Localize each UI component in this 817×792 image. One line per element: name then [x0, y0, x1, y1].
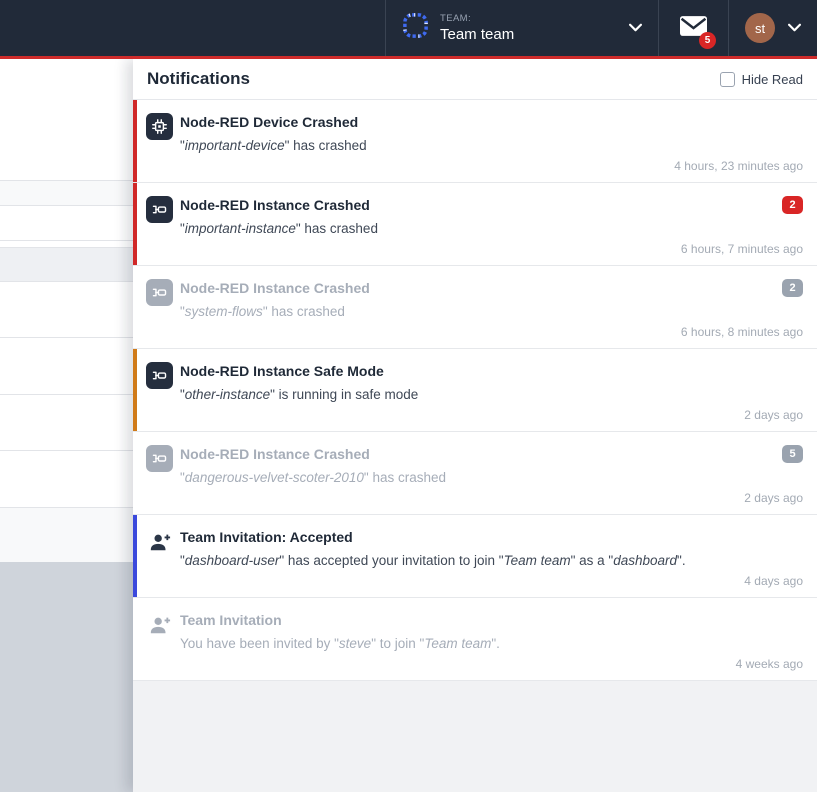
body-text: You have been invited by ": [180, 636, 339, 651]
notification-body: You have been invited by "steve" to join…: [180, 635, 803, 653]
hide-read-toggle[interactable]: Hide Read: [720, 72, 803, 87]
background-row-divider: [0, 337, 133, 338]
app-window: TEAM: Team team 5 st: [0, 0, 817, 792]
quoted-entity-name: dashboard: [613, 553, 677, 568]
notification-title: Node-RED Instance Crashed: [180, 197, 803, 213]
notification-title: Team Invitation: Accepted: [180, 529, 803, 545]
background-row-divider: [0, 394, 133, 395]
body-text: " to join ": [371, 636, 424, 651]
quoted-entity-name: Team team: [424, 636, 491, 651]
hide-read-checkbox[interactable]: [720, 72, 735, 87]
body-text: " as a ": [571, 553, 614, 568]
unread-accent-bar: [133, 183, 137, 265]
notification-body: "other-instance" is running in safe mode: [180, 386, 803, 404]
notifications-list: Node-RED Device Crashed "important-devic…: [133, 100, 817, 681]
notification-body: "system-flows" has crashed: [180, 303, 803, 321]
notification-timestamp: 2 days ago: [744, 491, 803, 505]
notification-item[interactable]: Node-RED Instance Crashed "system-flows"…: [133, 266, 817, 349]
background-page-row: [0, 248, 133, 281]
notification-title: Node-RED Instance Crashed: [180, 446, 803, 462]
body-text: ".: [677, 553, 686, 568]
notification-title: Team Invitation: [180, 612, 803, 628]
team-selector-text: TEAM: Team team: [440, 13, 514, 43]
user-add-icon: [146, 528, 173, 555]
background-row-divider: [0, 240, 133, 241]
instance-icon: [146, 445, 173, 472]
notification-badge: 2: [782, 279, 803, 297]
unread-accent-bar: [133, 349, 137, 431]
notification-body: "dangerous-velvet-scoter-2010" has crash…: [180, 469, 803, 487]
quoted-entity-name: dangerous-velvet-scoter-2010: [185, 470, 364, 485]
body-text: " has crashed: [296, 221, 378, 236]
notification-timestamp: 4 hours, 23 minutes ago: [674, 159, 803, 173]
background-page: [0, 59, 133, 792]
background-page-row: [0, 508, 133, 562]
quoted-entity-name: Team team: [504, 553, 571, 568]
notification-item[interactable]: Node-RED Device Crashed "important-devic…: [133, 100, 817, 183]
body-text: " is running in safe mode: [270, 387, 418, 402]
notification-title: Node-RED Instance Safe Mode: [180, 363, 803, 379]
unread-accent-bar: [133, 100, 137, 182]
background-row-divider: [0, 205, 133, 206]
notification-timestamp: 4 days ago: [744, 574, 803, 588]
user-menu[interactable]: st: [728, 0, 817, 56]
user-add-icon: [146, 611, 173, 638]
notifications-panel: Notifications Hide Read Node-RED Device …: [133, 59, 817, 792]
team-selector[interactable]: TEAM: Team team: [385, 0, 658, 56]
body-text: " has crashed: [285, 138, 367, 153]
page-title: Notifications: [147, 69, 250, 89]
team-icon: [402, 12, 429, 44]
quoted-entity-name: important-instance: [185, 221, 296, 236]
notification-title: Node-RED Device Crashed: [180, 114, 803, 130]
notifications-panel-header: Notifications Hide Read: [133, 59, 817, 100]
notification-timestamp: 6 hours, 8 minutes ago: [681, 325, 803, 339]
notification-body: "important-device" has crashed: [180, 137, 803, 155]
notification-item[interactable]: Team Invitation You have been invited by…: [133, 598, 817, 681]
notifications-toggle-button[interactable]: 5: [658, 0, 728, 56]
notification-timestamp: 4 weeks ago: [736, 657, 803, 671]
quoted-entity-name: steve: [339, 636, 371, 651]
instance-icon: [146, 362, 173, 389]
unread-count-badge: 5: [699, 32, 716, 49]
background-row-divider: [0, 281, 133, 282]
background-page-row: [0, 181, 133, 205]
body-text: " has accepted your invitation to join ": [279, 553, 503, 568]
top-navbar: TEAM: Team team 5 st: [0, 0, 817, 56]
quoted-entity-name: important-device: [185, 138, 285, 153]
notification-item[interactable]: Node-RED Instance Crashed "dangerous-vel…: [133, 432, 817, 515]
background-row-divider: [0, 450, 133, 451]
body-text: " has crashed: [364, 470, 446, 485]
notification-item[interactable]: Team Invitation: Accepted "dashboard-use…: [133, 515, 817, 598]
notification-item[interactable]: Node-RED Instance Safe Mode "other-insta…: [133, 349, 817, 432]
quoted-entity-name: system-flows: [185, 304, 263, 319]
notification-badge: 5: [782, 445, 803, 463]
quoted-entity-name: other-instance: [185, 387, 270, 402]
team-label: TEAM:: [440, 13, 514, 24]
notification-item[interactable]: Node-RED Instance Crashed "important-ins…: [133, 183, 817, 266]
notification-badge: 2: [782, 196, 803, 214]
header-accent-line: [0, 56, 817, 59]
instance-icon: [146, 279, 173, 306]
notification-timestamp: 6 hours, 7 minutes ago: [681, 242, 803, 256]
instance-icon: [146, 196, 173, 223]
notification-timestamp: 2 days ago: [744, 408, 803, 422]
unread-accent-bar: [133, 515, 137, 597]
navbar-spacer: [0, 0, 385, 56]
quoted-entity-name: dashboard-user: [185, 553, 280, 568]
notification-title: Node-RED Instance Crashed: [180, 280, 803, 296]
body-text: ".: [491, 636, 500, 651]
notification-body: "dashboard-user" has accepted your invit…: [180, 552, 803, 570]
body-text: " has crashed: [263, 304, 345, 319]
team-name: Team team: [440, 26, 514, 43]
chevron-down-icon: [788, 19, 801, 37]
notification-body: "important-instance" has crashed: [180, 220, 803, 238]
background-page-block: [0, 562, 133, 792]
device-icon: [146, 113, 173, 140]
hide-read-label: Hide Read: [742, 72, 803, 87]
avatar: st: [745, 13, 775, 43]
chevron-down-icon: [629, 19, 642, 37]
